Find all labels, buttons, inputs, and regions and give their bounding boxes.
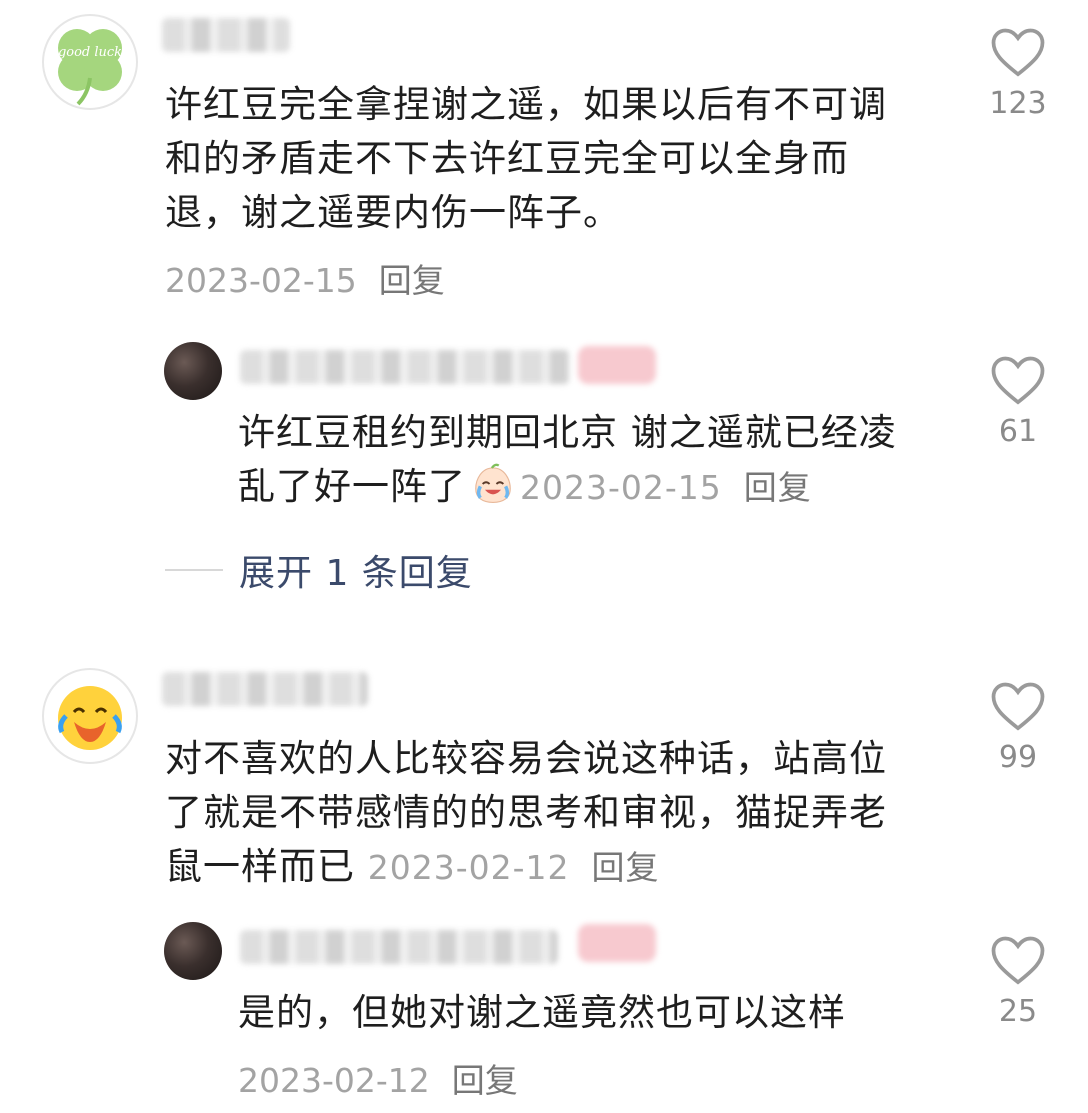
avatar[interactable]: good luck [42, 14, 138, 110]
reply-button[interactable]: 回复 [744, 468, 812, 507]
heart-outline-icon [991, 28, 1045, 77]
avatar[interactable] [164, 342, 222, 400]
expand-replies-label: 展开 1 条回复 [239, 553, 473, 594]
like-button[interactable]: 99 [978, 680, 1058, 775]
comment-text: 对不喜欢的人比较容易会说这种话，站高位 了就是不带感情的的思考和审视，猫捉弄老 … [165, 737, 887, 888]
comment-meta: 2023-02-15 回复 [165, 254, 445, 302]
reply-date: 2023-02-15 [520, 468, 722, 507]
username-blurred[interactable] [240, 350, 570, 384]
clover-icon: good luck [58, 29, 122, 106]
like-count: 25 [998, 994, 1038, 1029]
crying-laugh-emoji-icon [475, 463, 511, 503]
avatar[interactable] [164, 922, 222, 980]
reply-text: 许红豆租约到期回北京 谢之遥就已经凌 乱了好一阵了 2023-02-15 回复 [238, 411, 897, 508]
avatar[interactable] [42, 668, 138, 764]
laughing-emoji-avatar-icon [58, 686, 122, 750]
username-blurred[interactable] [162, 672, 368, 706]
like-button[interactable]: 61 [978, 354, 1058, 449]
reply-button[interactable]: 回复 [592, 848, 660, 887]
comment-date: 2023-02-12 [367, 848, 570, 887]
svg-text:good luck: good luck [58, 45, 122, 60]
author-badge-blurred [578, 924, 656, 962]
reply-text: 是的，但她对谢之遥竟然也可以这样 [238, 991, 846, 1034]
like-count: 123 [989, 86, 1047, 121]
reply-meta: 2023-02-12 回复 [238, 1054, 518, 1102]
comment-date: 2023-02-15 [165, 261, 357, 300]
heart-outline-icon [991, 936, 1045, 985]
heart-outline-icon [991, 356, 1045, 405]
expand-replies-button[interactable]: 展开 1 条回复 [165, 544, 473, 596]
like-count: 99 [998, 740, 1038, 775]
reply-date: 2023-02-12 [238, 1061, 430, 1100]
like-button[interactable]: 123 [978, 26, 1058, 121]
like-count: 61 [998, 414, 1038, 449]
reply-button[interactable]: 回复 [379, 261, 445, 300]
heart-outline-icon [991, 682, 1045, 731]
author-badge-blurred [578, 346, 656, 384]
divider [165, 569, 223, 571]
username-blurred[interactable] [162, 18, 290, 52]
username-blurred[interactable] [240, 930, 558, 964]
reply-button[interactable]: 回复 [452, 1061, 518, 1100]
comment-text: 许红豆完全拿捏谢之遥，如果以后有不可调 和的矛盾走不下去许红豆完全可以全身而 退… [165, 83, 887, 234]
like-button[interactable]: 25 [978, 934, 1058, 1029]
